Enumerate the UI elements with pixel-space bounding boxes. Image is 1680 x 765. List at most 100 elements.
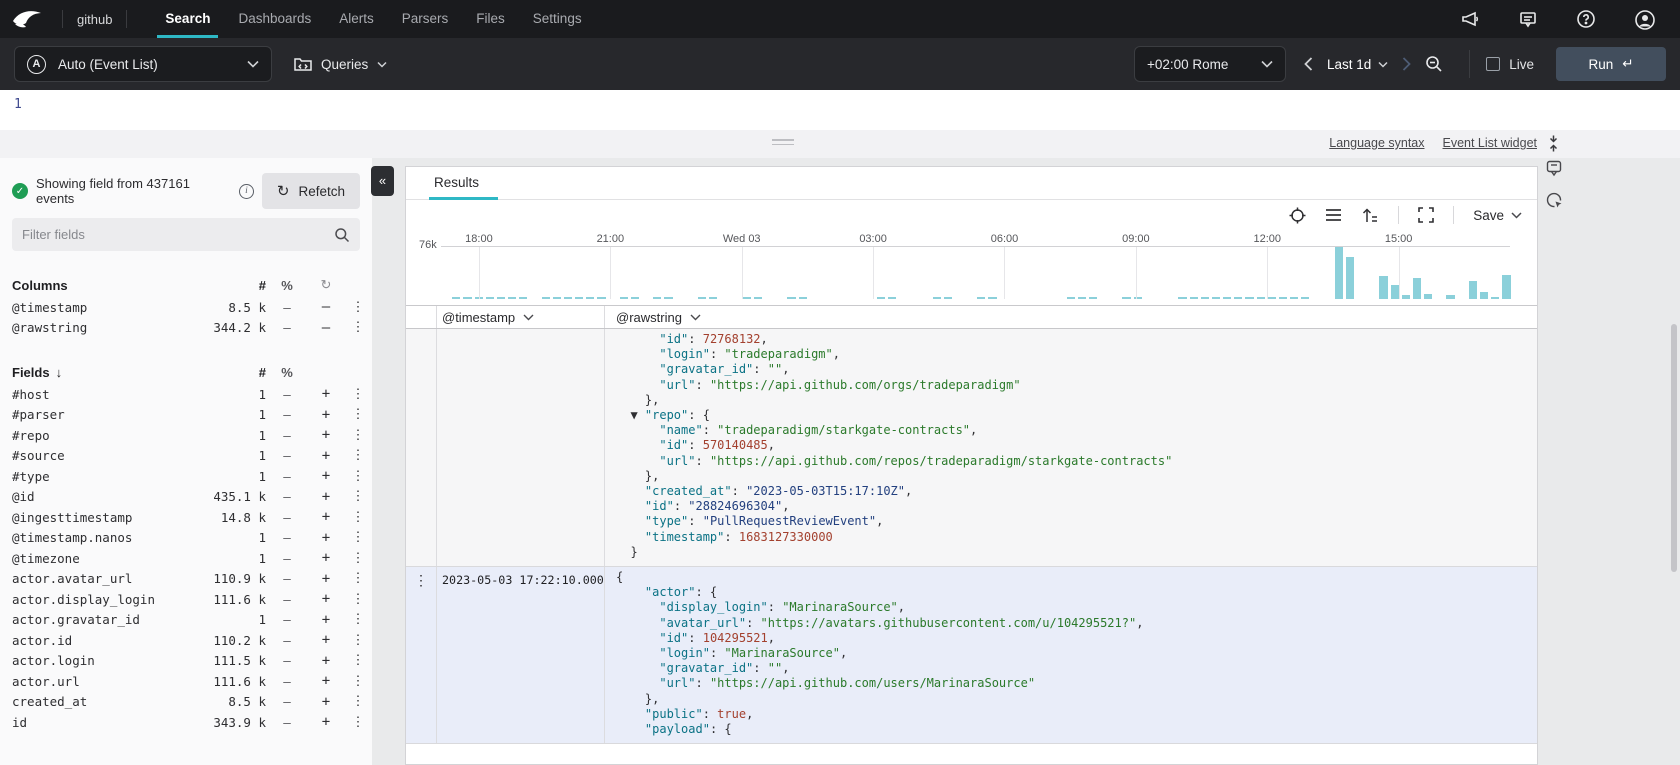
- histogram-bar[interactable]: [709, 297, 717, 299]
- field-row[interactable]: created_at8.5 k–+⋮: [0, 692, 372, 713]
- histogram-bar[interactable]: [1212, 297, 1220, 299]
- histogram-bar[interactable]: [1469, 281, 1477, 299]
- histogram-bar[interactable]: [1379, 276, 1387, 299]
- field-row[interactable]: id343.9 k–+⋮: [0, 712, 372, 733]
- column-header-rawstring[interactable]: @rawstring: [604, 306, 1537, 328]
- histogram-bar[interactable]: [1201, 297, 1209, 299]
- histogram-bar[interactable]: [1391, 285, 1399, 299]
- remove-column-button[interactable]: —: [308, 320, 344, 336]
- remove-column-button[interactable]: —: [308, 299, 344, 315]
- add-column-button[interactable]: +: [308, 591, 344, 607]
- widget-panel-icon[interactable]: [1546, 160, 1563, 177]
- histogram-bar[interactable]: [1268, 297, 1276, 299]
- field-row[interactable]: @timezone1–+⋮: [0, 548, 372, 569]
- field-menu-button[interactable]: ⋮: [344, 469, 372, 484]
- event-row[interactable]: "id": 72768132, "login": "tradeparadigm"…: [406, 329, 1537, 567]
- histogram-bar[interactable]: [1245, 297, 1253, 299]
- histogram-bar[interactable]: [1190, 297, 1198, 299]
- histogram-bar[interactable]: [754, 297, 762, 299]
- histogram-bar[interactable]: [553, 297, 561, 299]
- column-header-timestamp[interactable]: @timestamp: [436, 306, 604, 328]
- add-column-button[interactable]: +: [308, 509, 344, 525]
- field-row[interactable]: #parser1–+⋮: [0, 405, 372, 426]
- histogram-bar[interactable]: [1346, 257, 1354, 299]
- falcon-logo-icon[interactable]: [12, 8, 42, 30]
- help-icon[interactable]: [1576, 9, 1596, 29]
- field-menu-button[interactable]: ⋮: [344, 674, 372, 689]
- time-forward-button[interactable]: [1402, 57, 1411, 71]
- repository-name[interactable]: github: [77, 12, 112, 27]
- field-row[interactable]: @timestamp8.5 k–—⋮: [0, 297, 372, 318]
- feedback-icon[interactable]: [1518, 9, 1538, 29]
- histogram-bar[interactable]: [631, 297, 639, 299]
- histogram-bar[interactable]: [620, 297, 628, 299]
- nav-tab-parsers[interactable]: Parsers: [388, 0, 463, 38]
- collapse-sidebar-button[interactable]: «: [371, 166, 394, 196]
- add-column-button[interactable]: +: [308, 653, 344, 669]
- live-toggle[interactable]: Live: [1486, 57, 1534, 72]
- add-column-button[interactable]: +: [308, 468, 344, 484]
- histogram-bar[interactable]: [519, 297, 527, 299]
- field-menu-button[interactable]: ⋮: [344, 551, 372, 566]
- add-column-button[interactable]: +: [308, 489, 344, 505]
- nav-tab-files[interactable]: Files: [462, 0, 519, 38]
- sync-columns-icon[interactable]: ↻: [308, 277, 344, 293]
- field-menu-button[interactable]: ⋮: [344, 571, 372, 586]
- histogram-bar[interactable]: [1223, 297, 1231, 299]
- field-menu-button[interactable]: ⋮: [344, 489, 372, 504]
- field-menu-button[interactable]: ⋮: [344, 387, 372, 402]
- event-row[interactable]: ⋮2023-05-03 17:22:10.000{ "actor": { "di…: [406, 567, 1537, 744]
- timezone-dropdown[interactable]: +02:00 Rome: [1134, 46, 1286, 82]
- field-menu-button[interactable]: ⋮: [344, 612, 372, 627]
- field-menu-button[interactable]: ⋮: [344, 448, 372, 463]
- results-scrollbar[interactable]: [1671, 324, 1677, 572]
- histogram-bar[interactable]: [1067, 297, 1075, 299]
- language-syntax-link[interactable]: Language syntax: [1329, 136, 1424, 150]
- add-column-button[interactable]: +: [308, 694, 344, 710]
- account-icon[interactable]: [1634, 9, 1654, 29]
- histogram-bar[interactable]: [1491, 297, 1499, 299]
- add-column-button[interactable]: +: [308, 673, 344, 689]
- run-button[interactable]: Run ↵: [1556, 47, 1666, 81]
- histogram-bar[interactable]: [933, 297, 941, 299]
- histogram-bar[interactable]: [977, 297, 985, 299]
- field-menu-button[interactable]: ⋮: [344, 510, 372, 525]
- field-menu-button[interactable]: ⋮: [344, 407, 372, 422]
- megaphone-icon[interactable]: [1460, 9, 1480, 29]
- add-column-button[interactable]: +: [308, 612, 344, 628]
- field-row[interactable]: actor.display_login111.6 k–+⋮: [0, 589, 372, 610]
- histogram-bar[interactable]: [508, 297, 516, 299]
- add-column-button[interactable]: +: [308, 530, 344, 546]
- histogram-bar[interactable]: [944, 297, 952, 299]
- filter-fields-input[interactable]: [22, 227, 334, 242]
- nav-tab-settings[interactable]: Settings: [519, 0, 596, 38]
- histogram-bar[interactable]: [799, 297, 807, 299]
- histogram-bar[interactable]: [877, 297, 885, 299]
- histogram-bar[interactable]: [988, 297, 996, 299]
- histogram-bar[interactable]: [653, 297, 661, 299]
- histogram-bar[interactable]: [542, 297, 550, 299]
- crosshair-icon[interactable]: [1289, 207, 1306, 224]
- histogram-bar[interactable]: [497, 297, 505, 299]
- row-menu-button[interactable]: [406, 329, 436, 566]
- field-menu-button[interactable]: ⋮: [344, 653, 372, 668]
- histogram-bar[interactable]: [888, 297, 896, 299]
- add-column-button[interactable]: +: [308, 550, 344, 566]
- histogram-bar[interactable]: [1402, 295, 1410, 299]
- info-icon[interactable]: i: [239, 184, 254, 199]
- histogram-bar[interactable]: [1446, 295, 1454, 299]
- histogram-bar[interactable]: [1413, 278, 1421, 299]
- histogram-bar[interactable]: [1234, 297, 1242, 299]
- field-menu-button[interactable]: ⋮: [344, 530, 372, 545]
- field-row[interactable]: actor.login111.5 k–+⋮: [0, 651, 372, 672]
- field-menu-button[interactable]: ⋮: [344, 592, 372, 607]
- add-column-button[interactable]: +: [308, 427, 344, 443]
- histogram-bar[interactable]: [1290, 297, 1298, 299]
- add-column-button[interactable]: +: [308, 632, 344, 648]
- field-row[interactable]: actor.avatar_url110.9 k–+⋮: [0, 569, 372, 590]
- histogram-bar[interactable]: [1335, 247, 1343, 299]
- histogram-bar[interactable]: [575, 297, 583, 299]
- row-density-icon[interactable]: [1325, 208, 1342, 222]
- histogram-bar[interactable]: [1089, 297, 1097, 299]
- field-row[interactable]: #host1–+⋮: [0, 384, 372, 405]
